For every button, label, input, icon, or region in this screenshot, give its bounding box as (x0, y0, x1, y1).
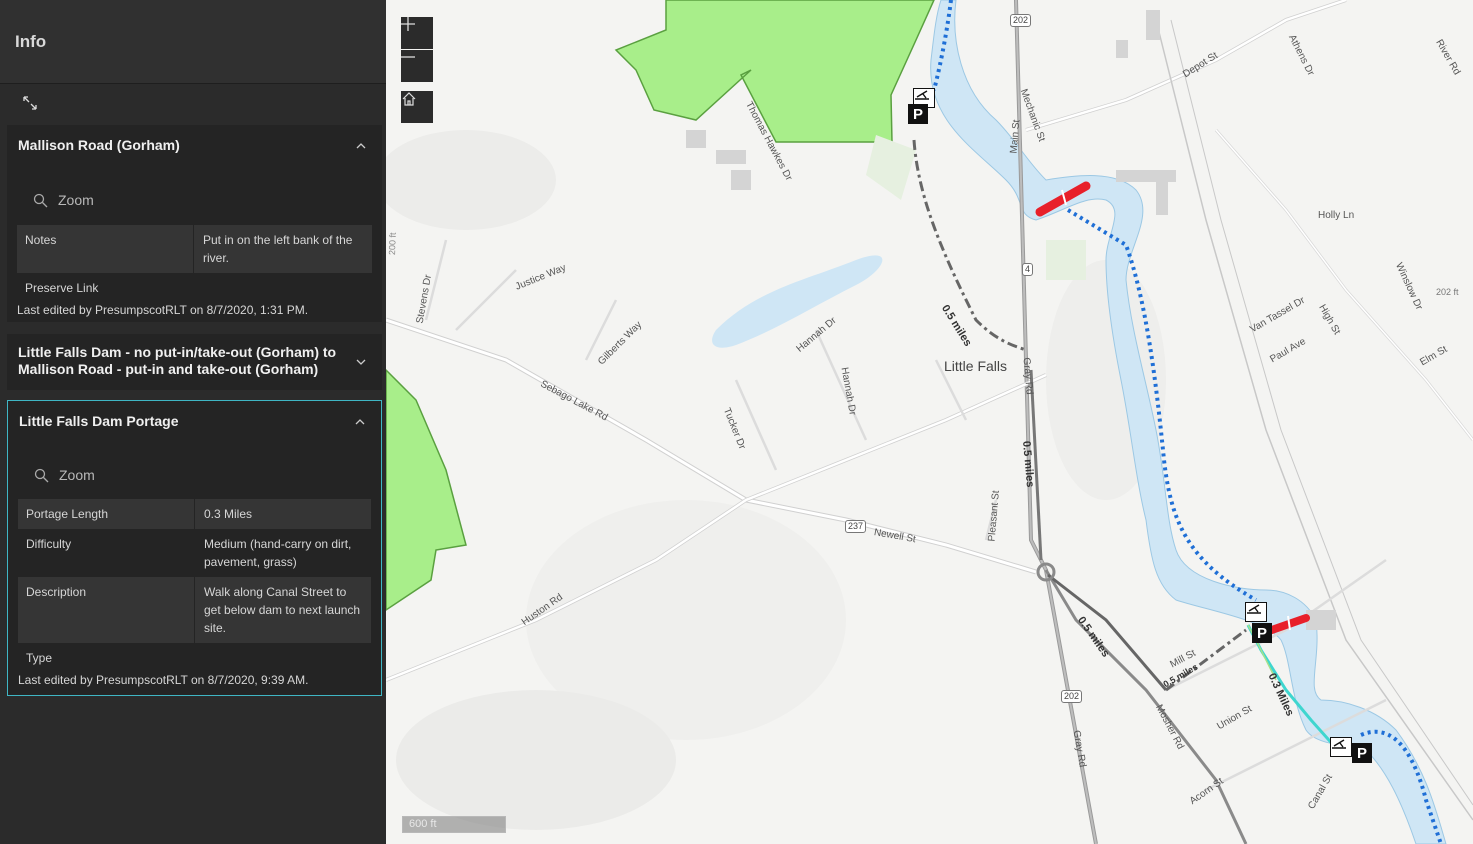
boat-launch-icon[interactable] (1330, 737, 1352, 757)
plus-icon (401, 17, 415, 31)
parking-icon[interactable]: P (1252, 623, 1272, 643)
basemap (386, 0, 1473, 844)
contour-label: 200 ft (387, 232, 398, 256)
feature-card-dam-portage: Little Falls Dam Portage Zoom Portage Le… (7, 400, 382, 696)
attribute-value: Put in on the left bank of the river. (194, 225, 372, 273)
contour-label: 202 ft (1436, 287, 1459, 297)
attribute-row: Notes Put in on the left bank of the riv… (17, 225, 372, 273)
boat-launch-icon[interactable] (1245, 602, 1267, 622)
parking-icon[interactable]: P (1352, 743, 1372, 763)
attribute-row: Description Walk along Canal Street to g… (18, 577, 371, 643)
chevron-up-icon[interactable] (350, 412, 370, 432)
search-icon (33, 193, 48, 207)
attribute-value (195, 643, 371, 673)
park-area (614, 0, 935, 143)
attribute-table: Notes Put in on the left bank of the riv… (17, 225, 372, 303)
zoom-label: Zoom (59, 467, 95, 483)
card-title: Little Falls Dam - no put-in/take-out (G… (18, 344, 337, 377)
attribute-key: Difficulty (18, 529, 195, 577)
panel-title: Info (15, 31, 47, 51)
attribute-key: Type (18, 643, 195, 673)
attribute-value (194, 273, 372, 303)
attribute-row: Difficulty Medium (hand-carry on dirt, p… (18, 529, 371, 577)
attribute-row: Type (18, 643, 371, 673)
feature-card-mallison-road: Mallison Road (Gorham) Zoom Notes Put in… (7, 125, 382, 322)
zoom-in-button[interactable] (401, 17, 433, 49)
card-header[interactable]: Mallison Road (Gorham) (7, 125, 382, 156)
last-edited: Last edited by PresumpscotRLT on 8/7/202… (18, 673, 309, 687)
search-icon (34, 468, 49, 482)
map-view[interactable]: Thomas Hawkes Dr Mechanic St Main St Dep… (386, 0, 1473, 844)
zoom-button[interactable]: Zoom (7, 190, 382, 210)
card-title: Little Falls Dam Portage (19, 413, 179, 429)
scale-bar: 600 ft (402, 816, 506, 833)
minus-icon (401, 56, 415, 58)
panel-header: Info (0, 0, 386, 84)
card-title: Mallison Road (Gorham) (18, 137, 180, 153)
last-edited: Last edited by PresumpscotRLT on 8/7/202… (17, 303, 309, 317)
attribute-value: Medium (hand-carry on dirt, pavement, gr… (204, 537, 352, 569)
attribute-key: Notes (17, 225, 194, 273)
attribute-row: Preserve Link (17, 273, 372, 303)
attribute-value: 0.3 Miles (195, 499, 371, 529)
highway-shield: 202 (1010, 14, 1032, 27)
zoom-out-button[interactable] (401, 50, 433, 82)
attribute-row: Portage Length 0.3 Miles (18, 499, 371, 529)
highway-shield: 4 (1022, 263, 1034, 276)
card-header[interactable]: Little Falls Dam - no put-in/take-out (G… (7, 334, 382, 378)
chevron-up-icon[interactable] (351, 136, 371, 156)
highway-shield: 202 (1061, 690, 1083, 703)
panel-toolbar (0, 84, 386, 122)
expand-icon[interactable] (20, 93, 40, 113)
attribute-key: Preserve Link (17, 273, 194, 303)
card-header[interactable]: Little Falls Dam Portage (8, 401, 381, 432)
highway-shield: 237 (845, 520, 867, 533)
home-button[interactable] (401, 91, 433, 123)
info-panel: Info Mallison Road (Gorham) Zoom Notes P… (0, 0, 386, 844)
parking-icon[interactable]: P (908, 104, 928, 124)
zoom-button[interactable]: Zoom (8, 465, 381, 485)
attribute-table: Portage Length 0.3 Miles Difficulty Medi… (18, 499, 371, 673)
attribute-key: Portage Length (18, 499, 195, 529)
zoom-label: Zoom (58, 192, 94, 208)
attribute-key: Description (18, 577, 195, 643)
attribute-value: Walk along Canal Street to get below dam… (195, 577, 371, 643)
street-label: Holly Ln (1318, 210, 1355, 221)
home-icon (402, 92, 416, 106)
chevron-down-icon[interactable] (351, 352, 371, 372)
feature-card-trail-segment: Little Falls Dam - no put-in/take-out (G… (7, 334, 382, 390)
town-label: Little Falls (944, 358, 1008, 374)
park-area (386, 368, 467, 611)
